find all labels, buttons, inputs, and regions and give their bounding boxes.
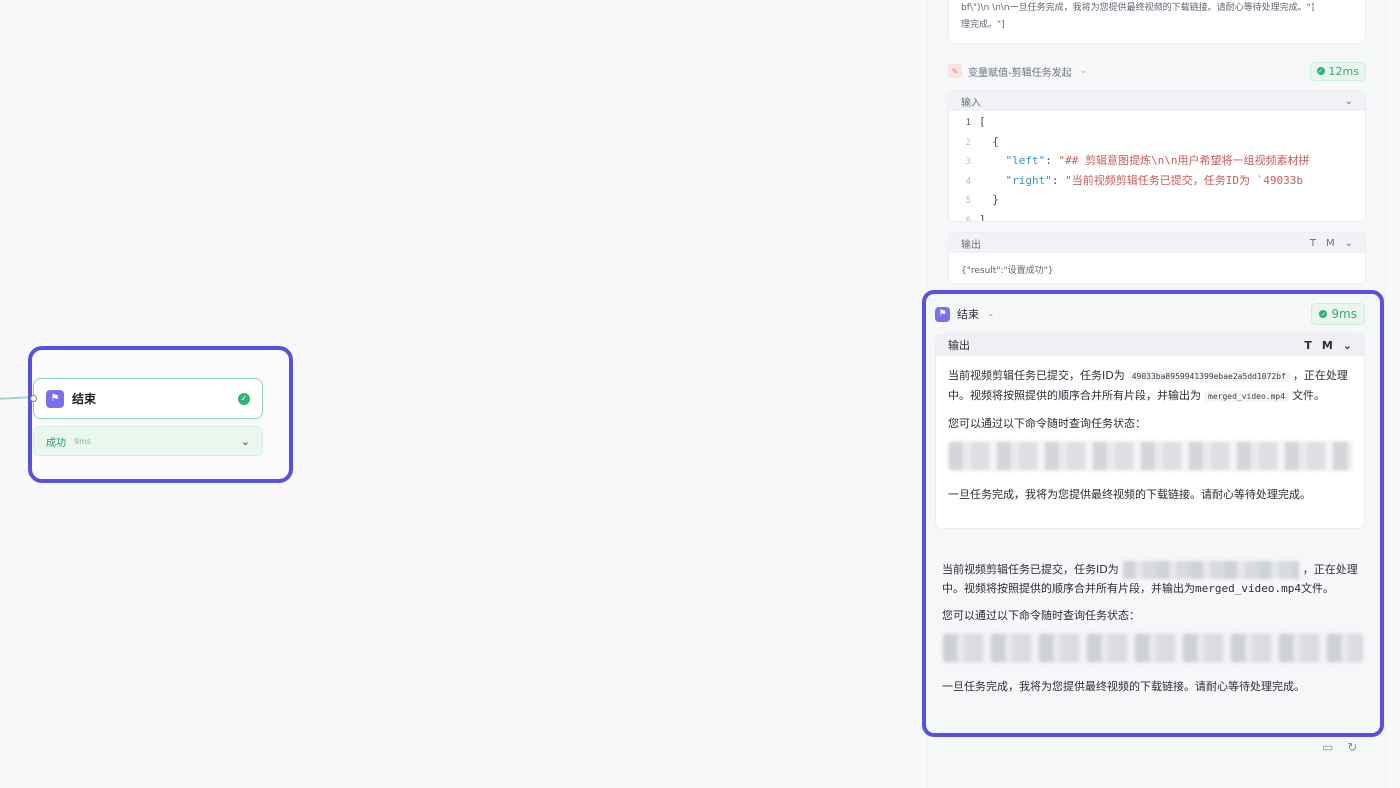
redacted-task-id: [1122, 561, 1299, 579]
input-header[interactable]: 输入 ⌄: [949, 91, 1365, 111]
end-output-card: 输出 T M ⌄ 当前视频剪辑任务已提交，任务ID为 49033ba8959941…: [935, 333, 1365, 529]
output-header[interactable]: 输出 T M ⌄: [936, 334, 1364, 356]
text-mode-icon[interactable]: T: [1304, 339, 1312, 352]
chevron-down-icon[interactable]: ⌄: [1080, 66, 1088, 76]
input-code: 1[ 2 { 3 "left": "## 剪辑意图提炼\n\n用户希望将一组视频…: [949, 111, 1365, 222]
end-node[interactable]: ⚑ 结束 ✓: [30, 378, 263, 419]
output-header[interactable]: 输出 T M ⌄: [949, 233, 1365, 253]
flag-icon: ⚑: [46, 389, 64, 408]
refresh-icon[interactable]: ↻: [1347, 740, 1357, 758]
chevron-down-icon[interactable]: ⌄: [1343, 339, 1352, 352]
input-port[interactable]: [30, 395, 37, 402]
footer-actions: ▭ ↻: [1322, 740, 1372, 758]
flag-icon: ⚑: [935, 306, 950, 322]
input-label: 输入: [961, 97, 981, 109]
markdown-mode-icon[interactable]: M: [1326, 238, 1335, 249]
code-line: 2 {: [965, 134, 999, 148]
check-circle-icon: ✓: [1316, 67, 1325, 75]
answer-paragraph: 一旦任务完成，我将为您提供最终视频的下载链接。请耐心等待处理完成。: [942, 680, 1305, 693]
code-line: 4 "right": "当前视频剪辑任务已提交，任务ID为 `49033b: [965, 173, 1303, 187]
code-line: 6]: [965, 212, 986, 222]
redacted-command-block: [948, 441, 1352, 471]
code-line: 1[: [965, 115, 986, 128]
timing-badge: ✓ 9ms: [1311, 303, 1365, 325]
output-label: 输出: [948, 339, 970, 352]
check-circle-icon: ✓: [1319, 310, 1328, 318]
filename-code: merged_video.mp4: [1195, 582, 1301, 595]
filename-code: merged_video.mp4: [1204, 391, 1290, 402]
previous-output-card: bf\")\n \n\n一旦任务完成，我将为您提供最终视频的下载链接。请耐心等待…: [948, 0, 1366, 44]
end-step-timing: 9ms: [1331, 307, 1357, 321]
status-duration: 9ms: [74, 436, 92, 446]
chevron-down-icon[interactable]: ⌄: [241, 435, 250, 448]
var-step-timing: 12ms: [1328, 64, 1359, 78]
chevron-down-icon[interactable]: ⌄: [1345, 238, 1353, 249]
var-output-value: {"result":"设置成功"}: [961, 266, 1054, 276]
markdown-mode-icon[interactable]: M: [1322, 339, 1333, 352]
chevron-down-icon[interactable]: ⌄: [987, 309, 995, 319]
end-node-title: 结束: [72, 392, 97, 406]
variable-icon: ✎: [948, 64, 962, 78]
end-step-header[interactable]: ⚑ 结束 ⌄ ✓ 9ms: [935, 298, 1365, 330]
text-mode-icon[interactable]: T: [1310, 238, 1316, 249]
timing-badge: ✓ 12ms: [1309, 61, 1366, 81]
var-output-block: 输出 T M ⌄ {"result":"设置成功"}: [948, 232, 1366, 284]
end-output-markdown: 当前视频剪辑任务已提交，任务ID为 49033ba8959941399ebae2a…: [936, 356, 1364, 504]
end-step-title: 结束: [957, 308, 979, 321]
output-paragraph: 当前视频剪辑任务已提交，任务ID为 49033ba8959941399ebae2a…: [948, 369, 1348, 402]
chevron-down-icon[interactable]: ⌄: [1345, 96, 1353, 107]
output-paragraph: 一旦任务完成，我将为您提供最终视频的下载链接。请耐心等待处理完成。: [948, 488, 1311, 501]
check-circle-icon: ✓: [238, 392, 250, 405]
var-input-block: 输入 ⌄ 1[ 2 { 3 "left": "## 剪辑意图提炼\n\n用户希望…: [948, 90, 1366, 222]
task-id-code: 49033ba8959941399ebae2a5dd1072bf: [1127, 371, 1290, 382]
previous-output-line-2: 理完成。"]: [961, 20, 1005, 30]
code-line: 3 "left": "## 剪辑意图提炼\n\n用户希望将一组视频素材拼: [965, 154, 1310, 167]
var-step-header[interactable]: ✎ 变量赋值-剪辑任务发起 ⌄ ✓ 12ms: [948, 58, 1366, 84]
output-label: 输出: [961, 239, 981, 251]
final-answer: 当前视频剪辑任务已提交，任务ID为 ，正在处理中。视频将按照提供的顺序合并所有片段…: [928, 548, 1378, 732]
previous-output-line-1: bf\")\n \n\n一旦任务完成，我将为您提供最终视频的下载链接。请耐心等待…: [961, 3, 1315, 13]
var-step-title: 变量赋值-剪辑任务发起: [968, 67, 1072, 79]
answer-paragraph: 您可以通过以下命令随时查询任务状态：: [942, 609, 1140, 622]
code-line: 5 }: [965, 193, 999, 206]
redacted-command-block: [942, 633, 1364, 663]
answer-paragraph: 当前视频剪辑任务已提交，任务ID为 ，正在处理中。视频将按照提供的顺序合并所有片段…: [942, 561, 1358, 595]
status-text: 成功: [46, 437, 66, 449]
output-paragraph: 您可以通过以下命令随时查询任务状态：: [948, 417, 1146, 430]
end-node-status-bar[interactable]: 成功 9ms ⌄: [33, 426, 263, 456]
monitor-icon[interactable]: ▭: [1322, 740, 1333, 758]
